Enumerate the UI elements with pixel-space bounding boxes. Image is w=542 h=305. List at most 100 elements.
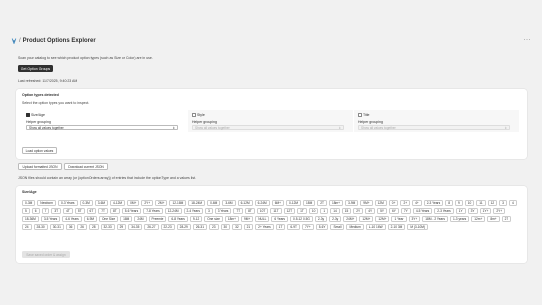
option-value-chip[interactable]: 0.5-12 0.5G: [290, 216, 313, 222]
option-value-chip[interactable]: 2-3y: [329, 216, 342, 222]
option-value-chip[interactable]: 7T: [98, 208, 109, 214]
option-value-chip[interactable]: 2+: [400, 200, 411, 206]
option-value-chip[interactable]: 12M: [374, 200, 387, 206]
option-value-chip[interactable]: 28: [88, 224, 99, 230]
option-value-chip[interactable]: 10: [308, 208, 319, 214]
option-value-chip[interactable]: Medium: [346, 224, 364, 230]
option-value-chip[interactable]: 10: [464, 200, 475, 206]
option-value-chip[interactable]: 12: [487, 200, 498, 206]
option-value-chip[interactable]: 8m+: [487, 216, 500, 222]
option-value-chip[interactable]: 24M+: [343, 216, 358, 222]
option-type-checkbox-row[interactable]: Title: [358, 113, 369, 117]
option-value-chip[interactable]: 4+: [412, 200, 422, 206]
checkbox-checked[interactable]: [26, 113, 30, 117]
option-value-chip[interactable]: 2M+: [155, 200, 168, 206]
option-value-chip[interactable]: 5Y: [377, 208, 387, 214]
option-value-chip[interactable]: 1-3 years: [449, 216, 470, 222]
option-value-chip[interactable]: 2Y+: [141, 200, 154, 206]
option-value-chip[interactable]: 4-5 Years: [412, 208, 433, 214]
option-value-chip[interactable]: 6 Years: [271, 216, 289, 222]
option-value-chip[interactable]: 12M+: [375, 216, 390, 222]
option-type-checkbox-row[interactable]: Size/Age: [26, 113, 45, 117]
option-value-chip[interactable]: 9: [454, 200, 463, 206]
option-value-chip[interactable]: 30-31: [49, 224, 64, 230]
option-value-chip[interactable]: 4-12M: [110, 200, 126, 206]
option-value-chip[interactable]: L-10 16W: [365, 224, 386, 230]
option-value-chip[interactable]: 0-3M: [79, 200, 93, 206]
option-value-chip[interactable]: 1 Year: [391, 216, 407, 222]
option-value-chip[interactable]: 9-12: [189, 216, 203, 222]
option-value-chip[interactable]: 12m+: [471, 216, 486, 222]
option-value-chip[interactable]: 2-3y: [314, 216, 328, 222]
option-value-chip[interactable]: 0-3M: [22, 200, 36, 206]
option-value-chip[interactable]: 12M+: [359, 216, 374, 222]
more-actions-icon[interactable]: ···: [524, 37, 532, 43]
option-value-chip[interactable]: 3: [499, 200, 507, 206]
option-value-chip[interactable]: 30: [220, 224, 231, 230]
option-value-chip[interactable]: 0M+: [127, 200, 140, 206]
load-option-values-button[interactable]: Load option values: [22, 147, 57, 154]
option-value-chip[interactable]: 11T: [270, 208, 282, 214]
upload-json-button[interactable]: Upload formatted JSON: [18, 163, 62, 170]
option-value-chip[interactable]: 24M: [134, 216, 147, 222]
option-value-chip[interactable]: 26-27: [144, 224, 159, 230]
option-value-chip[interactable]: 2+ Years: [255, 224, 274, 230]
option-value-chip[interactable]: 18M: [120, 216, 133, 222]
option-value-chip[interactable]: 4T: [63, 208, 73, 214]
option-value-chip[interactable]: 18m+: [224, 216, 239, 222]
option-value-chip[interactable]: 0-3 Years: [58, 200, 78, 206]
option-value-chip[interactable]: 5-6Y: [315, 224, 329, 230]
option-value-chip[interactable]: 24: [22, 224, 32, 230]
get-option-groups-button[interactable]: Get Option Groups: [18, 65, 53, 72]
helper-grouping-select[interactable]: Show all values together ⇕: [26, 125, 178, 130]
option-value-chip[interactable]: 6-12M: [237, 200, 253, 206]
option-value-chip[interactable]: 12-24M: [164, 208, 182, 214]
download-json-button[interactable]: Download current JSON: [64, 163, 108, 170]
option-type-checkbox-row[interactable]: Style: [192, 113, 205, 117]
option-value-chip[interactable]: 18-36M: [22, 216, 39, 222]
option-value-chip[interactable]: 7-8 Years: [143, 208, 163, 214]
option-value-chip[interactable]: 9M+: [360, 200, 373, 206]
option-value-chip[interactable]: 9M+: [240, 216, 254, 222]
option-value-chip[interactable]: 6M+: [271, 200, 284, 206]
option-value-chip[interactable]: 2-3 Years: [434, 208, 454, 214]
option-value-chip[interactable]: 18M - 2 Years: [422, 216, 448, 222]
option-value-chip[interactable]: 3T: [51, 208, 62, 214]
option-value-chip[interactable]: NULL: [255, 216, 270, 222]
option-value-chip[interactable]: Preemie: [148, 216, 167, 222]
option-value-chip[interactable]: 22-23: [160, 224, 175, 230]
option-value-chip[interactable]: 11: [476, 200, 486, 206]
option-value-chip[interactable]: 3Y+: [408, 216, 421, 222]
option-value-chip[interactable]: 18m+: [328, 200, 344, 206]
option-value-chip[interactable]: 3-5 Years: [40, 216, 61, 222]
option-value-chip[interactable]: 28-29: [176, 224, 191, 230]
option-value-chip[interactable]: 8T: [245, 208, 255, 214]
option-value-chip[interactable]: 3Y: [467, 208, 478, 214]
option-value-chip[interactable]: 36: [65, 224, 76, 230]
option-value-chip[interactable]: 12T: [283, 208, 296, 214]
option-value-chip[interactable]: 10T: [256, 208, 269, 214]
option-value-chip[interactable]: 18-24M: [188, 200, 206, 206]
option-value-chip[interactable]: 21: [243, 224, 254, 230]
checkbox-unchecked[interactable]: [192, 113, 196, 117]
option-value-chip[interactable]: 7T: [233, 208, 244, 214]
option-value-chip[interactable]: 0-6M: [207, 200, 221, 206]
option-value-chip[interactable]: 18M: [303, 200, 316, 206]
option-value-chip[interactable]: 3-6M: [222, 200, 236, 206]
option-value-chip[interactable]: 5: [22, 208, 30, 214]
option-value-chip[interactable]: 4Y: [365, 208, 376, 214]
option-value-chip[interactable]: 6-9T: [287, 224, 300, 230]
option-value-chip[interactable]: 2-3 Years: [423, 200, 444, 206]
option-value-chip[interactable]: 5T: [74, 208, 85, 214]
option-value-chip[interactable]: 34-35: [128, 224, 143, 230]
option-value-chip[interactable]: 28-30: [33, 224, 48, 230]
option-value-chip[interactable]: 1: [320, 208, 329, 214]
option-value-chip[interactable]: 4-6 Years: [62, 216, 82, 222]
option-value-chip[interactable]: 1T: [297, 208, 307, 214]
option-value-chip[interactable]: 0-12M: [285, 200, 302, 206]
option-value-chip[interactable]: 26-31: [192, 224, 207, 230]
option-value-chip[interactable]: One Size: [99, 216, 119, 222]
option-value-chip[interactable]: 27: [501, 216, 512, 222]
option-value-chip[interactable]: 7: [41, 208, 50, 214]
option-value-chip[interactable]: 7Y: [400, 208, 411, 214]
